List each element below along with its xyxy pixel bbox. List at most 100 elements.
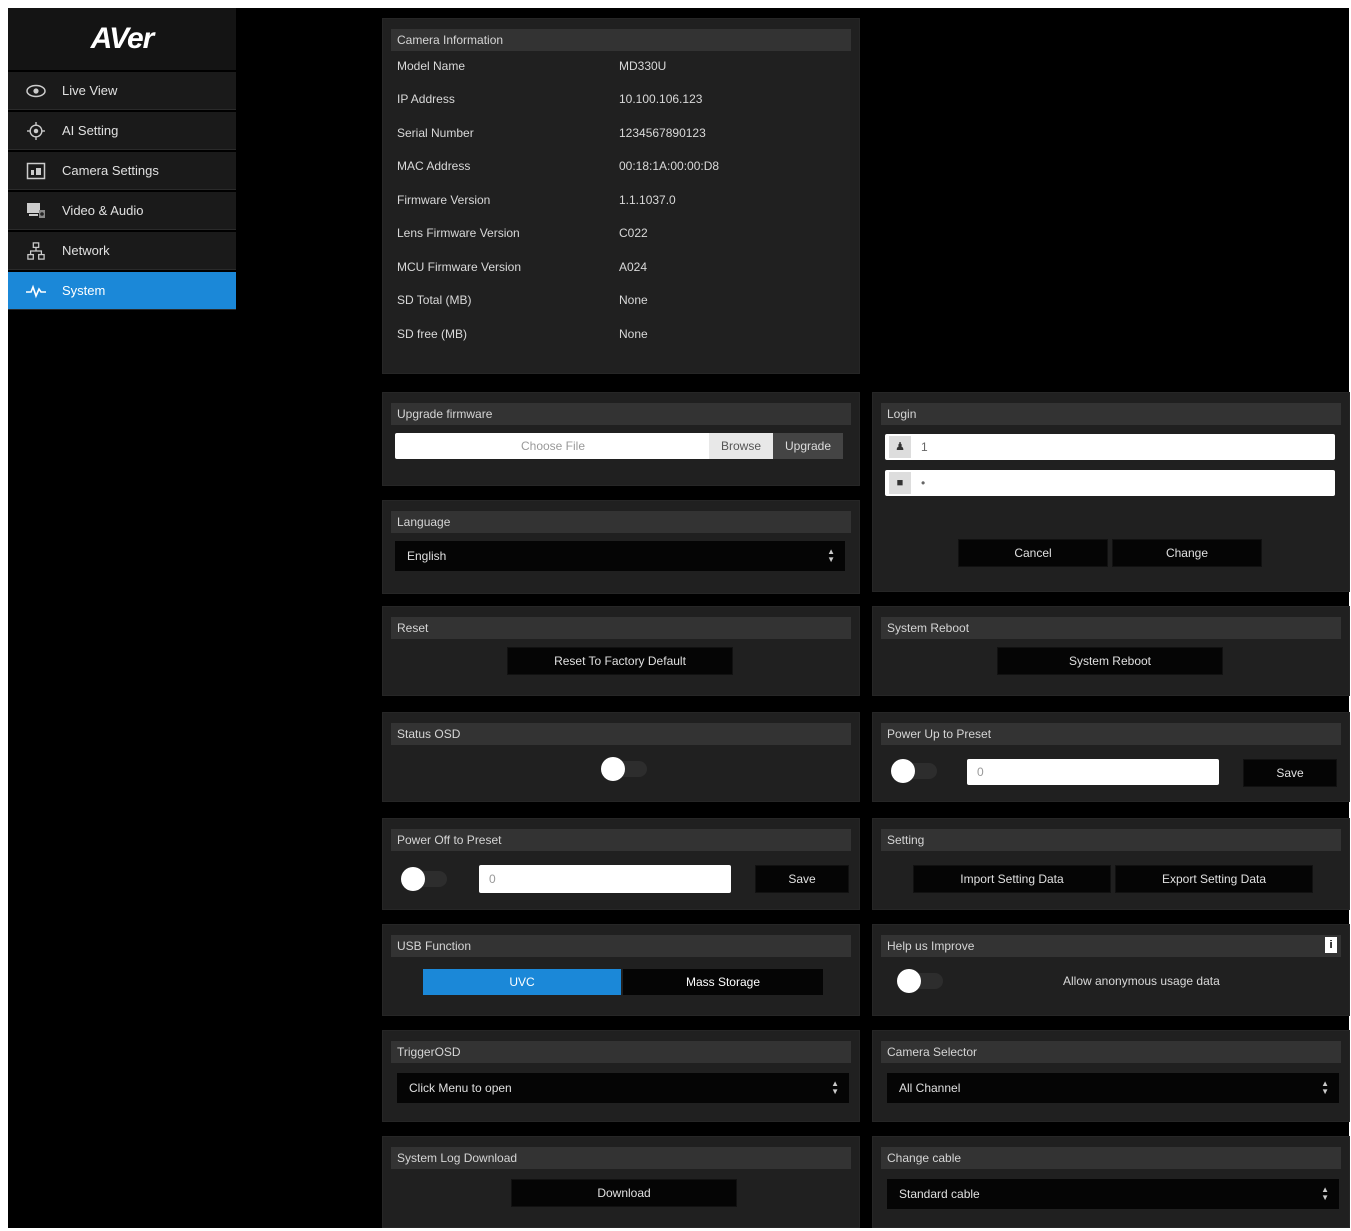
info-label: Model Name — [397, 59, 466, 73]
download-log-button[interactable]: Download — [511, 1179, 737, 1207]
panel-title: Reset — [391, 617, 851, 639]
usb-uvc-option[interactable]: UVC — [423, 969, 621, 995]
select-arrow-icon: ▲ ▼ — [1321, 1185, 1329, 1202]
export-setting-data-button[interactable]: Export Setting Data — [1115, 865, 1313, 893]
power-up-toggle[interactable] — [891, 759, 939, 783]
trigger-osd-select[interactable]: Click Menu to open ▲ ▼ — [397, 1073, 849, 1103]
reset-factory-default-button[interactable]: Reset To Factory Default — [507, 647, 733, 675]
change-cable-select[interactable]: Standard cable ▲ ▼ — [887, 1179, 1339, 1209]
panel-title: USB Function — [391, 935, 851, 957]
usb-function-panel: USB Function UVC Mass Storage — [382, 924, 860, 1016]
browse-button[interactable]: Browse — [709, 433, 773, 459]
target-icon — [24, 121, 48, 141]
system-reboot-button[interactable]: System Reboot — [997, 647, 1223, 675]
sidebar-item-label: Video & Audio — [62, 203, 144, 218]
usb-mass-storage-option[interactable]: Mass Storage — [623, 969, 823, 995]
sidebar-item-label: Camera Settings — [62, 163, 159, 178]
sidebar-item-label: Network — [62, 243, 110, 258]
sidebar-item-ai-setting[interactable]: AI Setting — [8, 112, 236, 150]
change-cable-panel: Change cable Standard cable ▲ ▼ — [872, 1136, 1350, 1228]
info-value: 00:18:1A:00:00:D8 — [619, 159, 720, 173]
system-log-download-panel: System Log Download Download — [382, 1136, 860, 1228]
upgrade-button[interactable]: Upgrade — [773, 433, 843, 459]
pulse-icon — [24, 281, 48, 301]
video-audio-icon — [24, 201, 48, 221]
power-off-toggle[interactable] — [401, 867, 449, 891]
password-input[interactable]: ■ • — [885, 470, 1335, 496]
info-value: MD330U — [619, 59, 667, 73]
sidebar-item-label: AI Setting — [62, 123, 119, 138]
system-reboot-panel: System Reboot System Reboot — [872, 606, 1350, 696]
info-label: SD free (MB) — [397, 327, 468, 341]
panel-title: Status OSD — [391, 723, 851, 745]
lock-icon: ■ — [889, 472, 911, 494]
file-placeholder: Choose File — [520, 439, 586, 453]
panel-title: Camera Information — [391, 29, 851, 51]
sidebar-item-live-view[interactable]: Live View — [8, 72, 236, 110]
language-panel: Language English ▲ ▼ — [382, 500, 860, 594]
choose-file-input[interactable]: Choose File — [395, 433, 711, 459]
camera-selector-select[interactable]: All Channel ▲ ▼ — [887, 1073, 1339, 1103]
camera-settings-icon — [24, 161, 48, 181]
sidebar-item-system[interactable]: System — [8, 272, 236, 310]
info-label: Serial Number — [397, 126, 474, 140]
help-improve-panel: Help us Improve i Allow anonymous usage … — [872, 924, 1350, 1016]
network-icon — [24, 241, 48, 261]
info-value: 1234567890123 — [619, 126, 706, 140]
panel-title: Language — [391, 511, 851, 533]
username-input[interactable]: ♟ 1 — [885, 434, 1335, 460]
info-label: SD Total (MB) — [397, 293, 472, 307]
select-arrow-icon: ▲ ▼ — [831, 1079, 839, 1096]
info-value: 10.100.106.123 — [619, 92, 703, 106]
sidebar-item-label: Live View — [62, 83, 118, 98]
panel-title: Change cable — [881, 1147, 1341, 1169]
panel-title: Setting — [881, 829, 1341, 851]
user-icon: ♟ — [889, 436, 911, 458]
sidebar-item-camera-settings[interactable]: Camera Settings — [8, 152, 236, 190]
panel-title: Power Off to Preset — [391, 829, 851, 851]
upgrade-firmware-panel: Upgrade firmware Choose File Browse Upgr… — [382, 392, 860, 486]
info-icon[interactable]: i — [1325, 937, 1337, 953]
aver-logo: AVer — [8, 8, 236, 70]
panel-title: System Log Download — [391, 1147, 851, 1169]
status-osd-toggle[interactable] — [601, 757, 649, 781]
info-value: A024 — [619, 260, 648, 274]
info-value: 1.1.1037.0 — [619, 193, 676, 207]
toggle-knob — [401, 867, 425, 891]
info-label: MAC Address — [397, 159, 471, 173]
info-value: None — [619, 293, 648, 307]
sidebar-item-label: System — [62, 283, 106, 298]
panel-title: TriggerOSD — [391, 1041, 851, 1063]
status-osd-panel: Status OSD — [382, 712, 860, 802]
trigger-osd-panel: TriggerOSD Click Menu to open ▲ ▼ — [382, 1030, 860, 1122]
toggle-knob — [897, 969, 921, 993]
language-select[interactable]: English ▲ ▼ — [395, 541, 845, 571]
trigger-osd-selected: Click Menu to open — [409, 1081, 512, 1095]
power-up-preset-input[interactable]: 0 — [967, 759, 1219, 785]
panel-title: Help us Improve — [881, 935, 1341, 957]
sidebar-item-network[interactable]: Network — [8, 232, 236, 270]
panel-title: Login — [881, 403, 1341, 425]
info-label: Firmware Version — [397, 193, 491, 207]
language-selected: English — [407, 549, 447, 563]
toggle-knob — [601, 757, 625, 781]
power-off-save-button[interactable]: Save — [755, 865, 849, 893]
import-setting-data-button[interactable]: Import Setting Data — [913, 865, 1111, 893]
password-value: • — [921, 476, 926, 490]
usage-data-label: Allow anonymous usage data — [1063, 974, 1220, 988]
usage-data-toggle[interactable] — [897, 969, 945, 993]
sidebar-item-video-audio[interactable]: Video & Audio — [8, 192, 236, 230]
cancel-button[interactable]: Cancel — [958, 539, 1108, 567]
info-value: C022 — [619, 226, 648, 240]
login-panel: Login ♟ 1 ■ • Cancel Change — [872, 392, 1350, 592]
eye-icon — [24, 81, 48, 101]
username-value: 1 — [921, 440, 928, 454]
change-button[interactable]: Change — [1112, 539, 1262, 567]
change-cable-selected: Standard cable — [899, 1187, 980, 1201]
setting-panel: Setting Import Setting Data Export Setti… — [872, 818, 1350, 910]
power-up-save-button[interactable]: Save — [1243, 759, 1337, 787]
power-off-preset-input[interactable]: 0 — [479, 865, 731, 893]
camera-selector-panel: Camera Selector All Channel ▲ ▼ — [872, 1030, 1350, 1122]
camera-information-panel: Camera Information Model Name MD330U IP … — [382, 18, 860, 374]
info-label: IP Address — [397, 92, 455, 106]
